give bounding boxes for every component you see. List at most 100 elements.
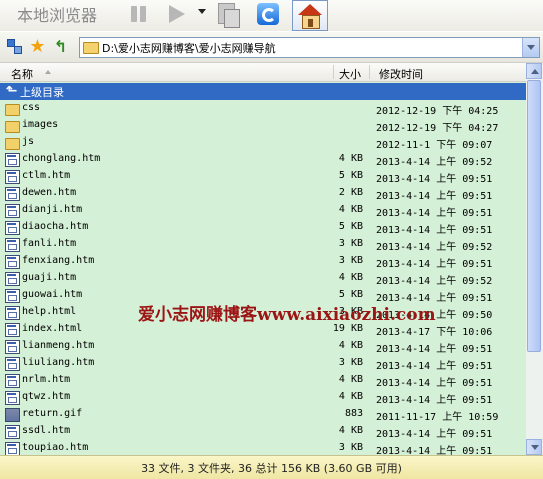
file-row[interactable]: dianji.htm 4 KB 2013-4-14 上午 09:51 [0, 202, 526, 219]
column-header-size[interactable]: 大小 [339, 66, 361, 82]
file-row[interactable]: chonglang.htm 4 KB 2013-4-14 上午 09:52 [0, 151, 526, 168]
file-modified: 2012-12-19 下午 04:27 [376, 123, 499, 134]
file-modified: 2013-4-14 上午 09:51 [376, 208, 493, 219]
file-row[interactable]: lianmeng.htm 4 KB 2013-4-14 上午 09:51 [0, 338, 526, 355]
html-file-icon [5, 187, 20, 201]
dropdown-icon[interactable] [198, 9, 206, 14]
folder-icon [5, 138, 20, 150]
file-row[interactable]: ssdl.htm 4 KB 2013-4-14 上午 09:51 [0, 423, 526, 440]
file-size: 4 KB [338, 340, 363, 351]
file-name: 上级目录 [20, 86, 64, 99]
file-row[interactable]: qtwz.htm 4 KB 2013-4-14 上午 09:51 [0, 389, 526, 406]
file-modified: 2013-4-14 上午 09:52 [376, 157, 493, 168]
file-size: 5 KB [338, 221, 363, 232]
file-modified: 2013-4-14 上午 09:51 [376, 429, 493, 440]
column-header-modified[interactable]: 修改时间 [379, 66, 423, 82]
file-row[interactable]: nrlm.htm 4 KB 2013-4-14 上午 09:51 [0, 372, 526, 389]
file-modified: 2013-4-17 下午 10:06 [376, 327, 493, 338]
list-header: 名称 大小 修改时间 [0, 63, 526, 82]
scroll-down-arrow-icon[interactable] [526, 439, 542, 455]
favorites-star-icon[interactable]: ★ [29, 38, 46, 56]
html-file-icon [5, 153, 20, 167]
html-file-icon [5, 204, 20, 218]
refresh-icon[interactable] [254, 1, 282, 28]
file-row[interactable]: images 2012-12-19 下午 04:27 [0, 117, 526, 134]
go-up-icon[interactable]: ↰ [52, 38, 69, 55]
file-name: help.html [22, 306, 77, 317]
html-file-icon [5, 391, 20, 405]
file-modified: 2013-4-14 上午 09:52 [376, 242, 493, 253]
file-name: chonglang.htm [22, 153, 101, 164]
parent-directory-row[interactable]: ⬑ 上级目录 [0, 83, 526, 100]
image-file-icon [5, 408, 20, 422]
html-file-icon [5, 255, 20, 269]
home-button[interactable] [292, 0, 328, 31]
file-modified: 2013-4-14 上午 09:51 [376, 259, 493, 270]
status-bar: 33 文件, 3 文件夹, 36 总计 156 KB (3.60 GB 可用) [0, 455, 543, 479]
file-name: images [22, 119, 59, 130]
file-name: ctlm.htm [22, 170, 71, 181]
folder-tree-icon[interactable] [6, 38, 23, 55]
scroll-thumb[interactable] [527, 80, 541, 352]
file-size: 4 KB [338, 425, 363, 436]
html-file-icon [5, 357, 20, 371]
pause-icon[interactable] [125, 1, 153, 28]
column-header-name[interactable]: 名称 [11, 66, 33, 82]
file-size: 2 KB [338, 187, 363, 198]
html-file-icon [5, 306, 20, 320]
file-modified: 2013-4-14 上午 09:51 [376, 395, 493, 406]
play-icon[interactable] [163, 1, 191, 28]
file-row[interactable]: fanli.htm 3 KB 2013-4-14 上午 09:52 [0, 236, 526, 253]
file-row[interactable]: fenxiang.htm 3 KB 2013-4-14 上午 09:51 [0, 253, 526, 270]
file-name: lianmeng.htm [22, 340, 95, 351]
file-size: 4 KB [338, 272, 363, 283]
address-input[interactable]: D:\爱小志网赚博客\爱小志网赚导航 [79, 37, 540, 58]
file-row[interactable]: guaji.htm 4 KB 2013-4-14 上午 09:52 [0, 270, 526, 287]
file-size: 883 [344, 408, 363, 419]
file-modified: 2013-4-14 上午 09:51 [376, 361, 493, 372]
html-file-icon [5, 340, 20, 354]
address-bar: ★ ↰ D:\爱小志网赚博客\爱小志网赚导航 [0, 32, 543, 63]
file-row[interactable]: dewen.htm 2 KB 2013-4-14 上午 09:51 [0, 185, 526, 202]
file-modified: 2013-4-14 上午 09:52 [376, 276, 493, 287]
address-dropdown-icon[interactable] [522, 38, 539, 57]
file-size: 4 KB [338, 374, 363, 385]
file-row[interactable]: css 2012-12-19 下午 04:25 [0, 100, 526, 117]
file-row[interactable]: diaocha.htm 5 KB 2013-4-14 上午 09:51 [0, 219, 526, 236]
file-row[interactable]: return.gif 883 2011-11-17 上午 10:59 [0, 406, 526, 423]
watermark-text: 爱小志网赚博客www.aixiaozhi.com [138, 305, 436, 325]
scroll-up-arrow-icon[interactable] [526, 63, 542, 79]
copy-icon[interactable] [213, 1, 241, 28]
vertical-scrollbar[interactable] [526, 63, 543, 455]
html-file-icon [5, 221, 20, 235]
file-name: js [22, 136, 35, 147]
file-size: 3 KB [338, 238, 363, 249]
file-row[interactable]: js 2012-11-1 下午 09:07 [0, 134, 526, 151]
html-file-icon [5, 272, 20, 286]
column-divider[interactable] [333, 65, 334, 79]
folder-icon [5, 104, 20, 116]
file-name: ssdl.htm [22, 425, 71, 436]
html-file-icon [5, 425, 20, 439]
html-file-icon [5, 289, 20, 303]
file-size: 4 KB [338, 391, 363, 402]
file-row[interactable]: ctlm.htm 5 KB 2013-4-14 上午 09:51 [0, 168, 526, 185]
file-row[interactable]: liuliang.htm 3 KB 2013-4-14 上午 09:51 [0, 355, 526, 372]
file-name: toupiao.htm [22, 442, 89, 453]
file-list[interactable]: ⬑ 上级目录 css 2012-12-19 下午 04:25 images 2012-12… [0, 82, 526, 455]
file-name: liuliang.htm [22, 357, 95, 368]
file-modified: 2013-4-14 上午 09:51 [376, 225, 493, 236]
file-modified: 2013-4-14 上午 09:51 [376, 446, 493, 455]
file-size: 3 KB [338, 255, 363, 266]
file-size: 4 KB [338, 153, 363, 164]
column-divider[interactable] [369, 65, 370, 79]
file-row[interactable]: toupiao.htm 3 KB 2013-4-14 上午 09:51 [0, 440, 526, 455]
home-icon [298, 4, 322, 15]
html-file-icon [5, 238, 20, 252]
parent-directory-icon: ⬑ [5, 83, 18, 99]
address-path: D:\爱小志网赚博客\爱小志网赚导航 [102, 42, 276, 55]
file-name: css [22, 102, 41, 113]
file-size: 4 KB [338, 204, 363, 215]
file-name: guaji.htm [22, 272, 77, 283]
app-title: 本地浏览器 [17, 6, 98, 25]
